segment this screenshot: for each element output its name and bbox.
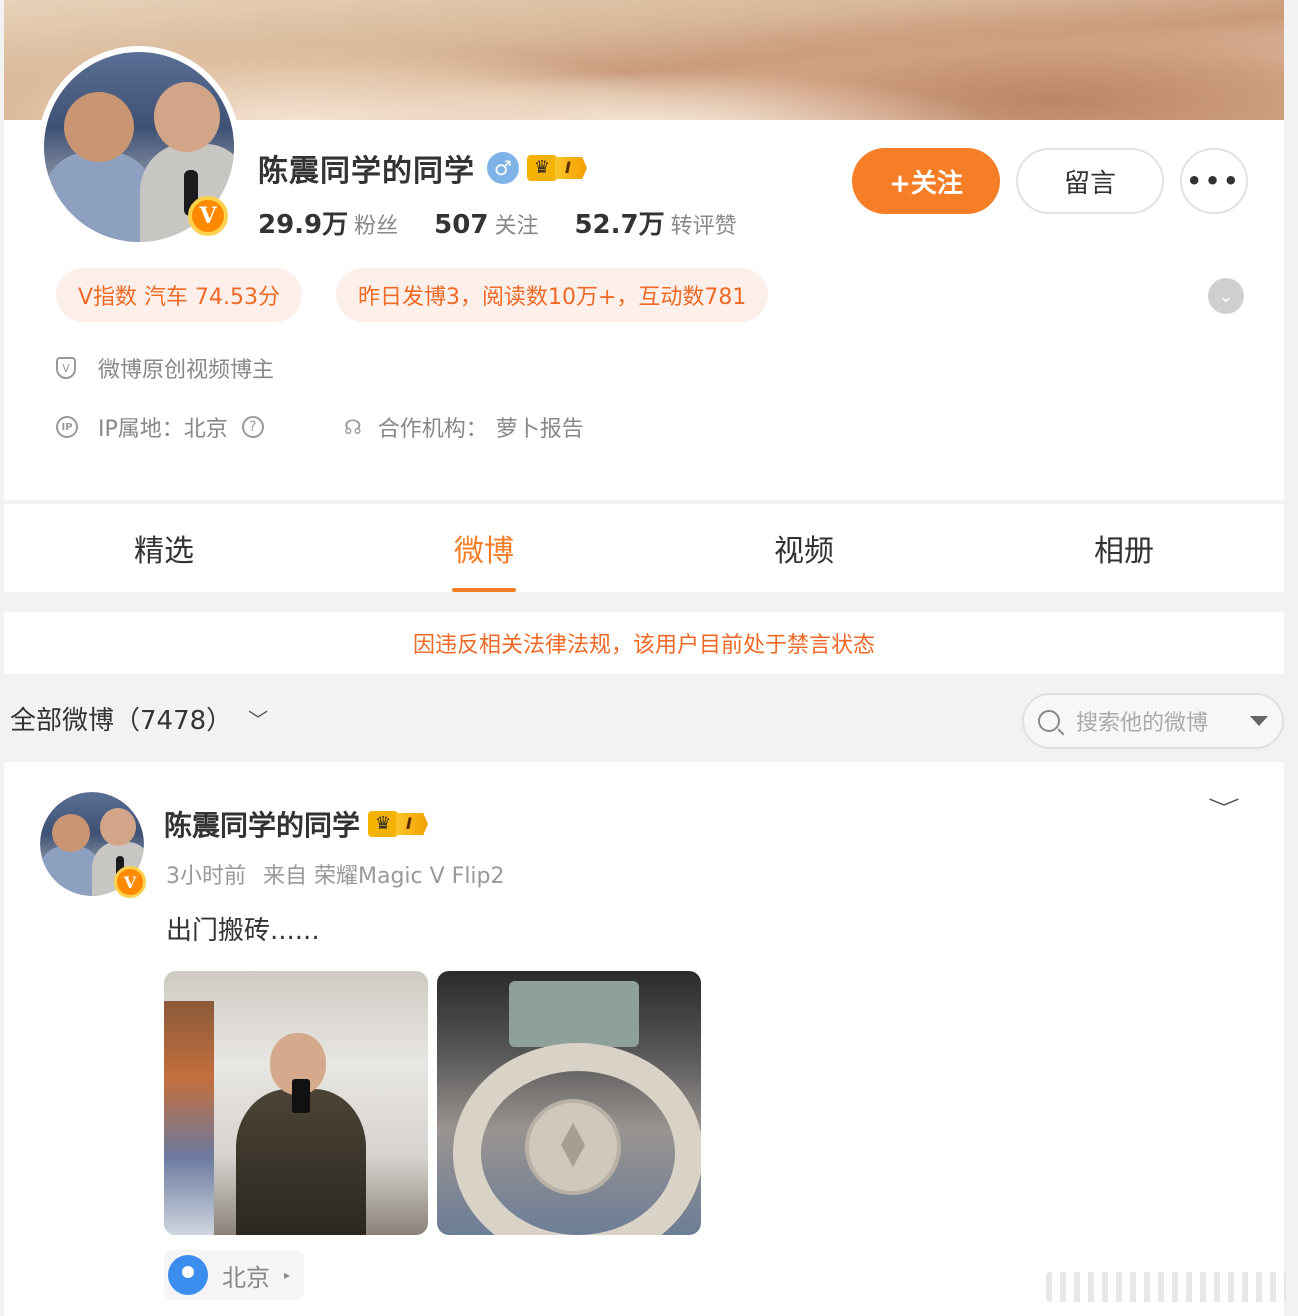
post-location-text: 北京 xyxy=(222,1263,270,1292)
profile-card: V 陈震同学的同学 ♂ ♛ I 29.9万 粉丝 507 关注 52.7万 转评赞 +… xyxy=(4,0,1284,500)
tab-featured[interactable]: 精选 xyxy=(4,504,324,592)
crown-icon: ♛ xyxy=(527,155,557,181)
tab-album[interactable]: 相册 xyxy=(964,504,1284,592)
male-gender-icon: ♂ xyxy=(487,152,519,184)
partner-value[interactable]: 萝卜报告 xyxy=(496,411,584,443)
post-time[interactable]: 3小时前 xyxy=(166,864,246,889)
partner-line: ☊ 合作机构： 萝卜报告 xyxy=(344,411,584,443)
daily-activity-pill[interactable]: 昨日发博3，阅读数10万+，互动数781 xyxy=(336,268,769,322)
partner-label: 合作机构： xyxy=(377,417,488,442)
verification-line: V 微博原创视频博主 xyxy=(56,352,274,384)
profile-name: 陈震同学的同学 xyxy=(258,154,475,189)
message-button[interactable]: 留言 xyxy=(1016,148,1164,214)
profile-stats: 29.9万 粉丝 507 关注 52.7万 转评赞 xyxy=(258,204,737,241)
crown-icon: ♛ xyxy=(368,811,399,837)
vip-crown-icon[interactable]: ♛ I xyxy=(527,155,587,181)
tab-weibo[interactable]: 微博 xyxy=(324,504,644,592)
following-stat[interactable]: 507 关注 xyxy=(434,208,538,240)
post-text: 出门搬砖...... xyxy=(166,916,320,946)
arrow-right-icon: ▸ xyxy=(284,1268,291,1282)
feed-filter[interactable]: 全部微博（7478） ﹀ xyxy=(10,700,268,737)
search-placeholder: 搜索他的微博 xyxy=(1076,711,1209,736)
post-author-row: 陈震同学的同学 ♛ I xyxy=(164,804,428,844)
post-menu-chevron-icon[interactable]: ﹀ xyxy=(1208,792,1240,821)
ip-location-text: IP属地：北京 xyxy=(98,417,228,442)
profile-avatar[interactable]: V xyxy=(38,46,240,248)
scroll-indicator[interactable] xyxy=(1046,1272,1286,1302)
post-photo-1[interactable] xyxy=(164,971,428,1235)
caret-down-icon[interactable] xyxy=(1250,716,1268,726)
ip-icon: IP xyxy=(56,416,78,438)
search-icon xyxy=(1038,710,1060,732)
feed-title: 全部微博（7478） xyxy=(10,706,233,736)
crown-level: I xyxy=(396,813,428,835)
vip-crown-icon[interactable]: ♛ I xyxy=(368,811,428,837)
muted-notice: 因违反相关法律法规，该用户目前处于禁言状态 xyxy=(4,612,1284,674)
ip-location-line: IP IP属地：北京 ? xyxy=(56,411,264,443)
verified-badge-icon: V xyxy=(188,196,228,236)
profile-name-row: 陈震同学的同学 ♂ ♛ I xyxy=(258,146,587,190)
chevron-down-icon: ﹀ xyxy=(248,708,269,732)
v-index-pill[interactable]: V指数 汽车 74.53分 xyxy=(56,268,303,322)
followers-stat[interactable]: 29.9万 粉丝 xyxy=(258,204,398,241)
more-options-button[interactable]: ••• xyxy=(1180,148,1248,214)
post-location[interactable]: 北京 ▸ xyxy=(164,1250,305,1300)
reposts-comments-likes-stat: 52.7万 转评赞 xyxy=(574,210,737,240)
post-source: 来自 荣耀Magic V Flip2 xyxy=(263,864,505,889)
post-author[interactable]: 陈震同学的同学 xyxy=(164,804,360,844)
help-icon[interactable]: ? xyxy=(241,416,264,438)
weibo-post: V 陈震同学的同学 ♛ I ﹀ 3小时前 来自 荣耀Magic V Flip2 … xyxy=(4,762,1284,1316)
profile-tabs: 精选 微博 视频 相册 xyxy=(4,504,1284,592)
expand-chevron-icon[interactable]: ⌄ xyxy=(1208,278,1244,314)
verified-badge-icon: V xyxy=(114,866,146,898)
post-meta: 3小时前 来自 荣耀Magic V Flip2 xyxy=(166,858,505,890)
location-pin-icon xyxy=(168,1255,208,1295)
post-photo-2[interactable] xyxy=(437,971,701,1235)
tab-video[interactable]: 视频 xyxy=(644,504,964,592)
follow-button[interactable]: +关注 xyxy=(852,148,1000,214)
partner-icon: ☊ xyxy=(344,415,362,439)
shield-icon: V xyxy=(56,357,76,379)
verification-text: 微博原创视频博主 xyxy=(98,358,275,383)
search-input[interactable]: 搜索他的微博 xyxy=(1022,693,1284,749)
crown-level: I xyxy=(555,157,587,179)
